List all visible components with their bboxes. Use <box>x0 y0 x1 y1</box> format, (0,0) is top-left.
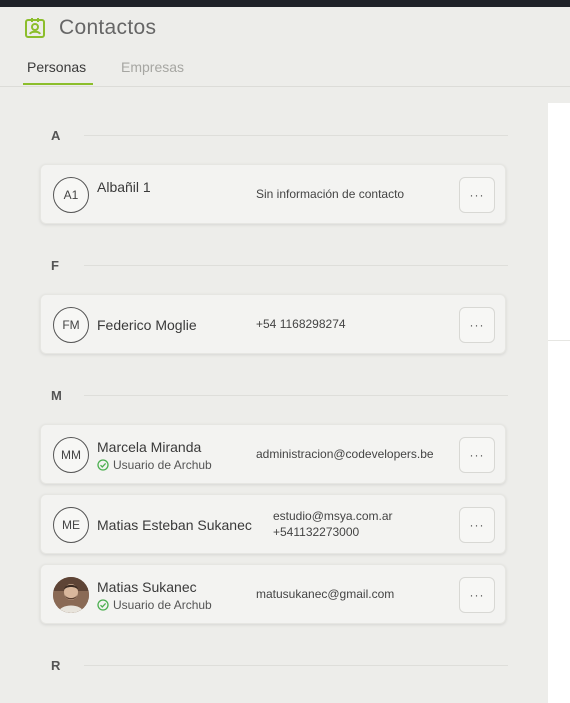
contact-name: Albañil 1 <box>97 179 151 195</box>
check-circle-icon <box>97 459 109 471</box>
contact-card[interactable]: A1 Albañil 1 Sin información de contacto… <box>40 164 506 224</box>
more-options-button[interactable]: ··· <box>459 307 495 343</box>
title-row: Contactos <box>24 16 156 40</box>
avatar: A1 <box>53 177 89 213</box>
contact-name: Matias Sukanec <box>97 579 197 595</box>
user-status: Usuario de Archub <box>97 458 212 472</box>
group-divider <box>84 665 508 666</box>
group-divider <box>84 395 508 396</box>
group-letter-r: R <box>51 658 61 673</box>
contact-card[interactable]: Matias Sukanec Usuario de Archub matusuk… <box>40 564 506 624</box>
contact-info: Sin información de contacto <box>256 187 405 201</box>
contact-phone: +54 1168298274 <box>256 317 346 331</box>
avatar: ME <box>53 507 89 543</box>
avatar: FM <box>53 307 89 343</box>
contact-phone: +541132273000 <box>273 525 360 539</box>
contact-card[interactable]: MM Marcela Miranda Usuario de Archub adm… <box>40 424 506 484</box>
contact-card[interactable]: FM Federico Moglie +54 1168298274 ··· <box>40 294 506 354</box>
page-header: Contactos Personas Empresas <box>0 7 570 87</box>
contact-badge-icon <box>25 18 45 38</box>
contact-name: Federico Moglie <box>97 317 197 333</box>
user-status-label: Usuario de Archub <box>113 458 212 472</box>
check-circle-icon <box>97 599 109 611</box>
group-divider <box>84 135 508 136</box>
avatar <box>53 577 89 613</box>
contact-email: matusukanec@gmail.com <box>256 587 395 601</box>
profile-photo <box>53 577 89 613</box>
user-status-label: Usuario de Archub <box>113 598 212 612</box>
more-options-button[interactable]: ··· <box>459 577 495 613</box>
more-options-button[interactable]: ··· <box>459 177 495 213</box>
window-top-bar <box>0 0 570 7</box>
tab-personas[interactable]: Personas <box>27 59 86 75</box>
contact-email: administracion@codevelopers.be <box>256 447 434 461</box>
tab-empresas[interactable]: Empresas <box>121 59 184 75</box>
avatar: MM <box>53 437 89 473</box>
detail-panel-divider <box>548 340 570 341</box>
page-title: Contactos <box>59 16 157 39</box>
contact-name: Marcela Miranda <box>97 439 202 455</box>
user-status: Usuario de Archub <box>97 598 212 612</box>
active-tab-indicator <box>23 83 93 85</box>
contact-email: estudio@msya.com.ar <box>273 509 393 523</box>
group-letter-a: A <box>51 128 61 143</box>
contact-card[interactable]: ME Matias Esteban Sukanec estudio@msya.c… <box>40 494 506 554</box>
more-options-button[interactable]: ··· <box>459 507 495 543</box>
group-divider <box>84 265 508 266</box>
detail-panel <box>548 103 570 703</box>
group-letter-m: M <box>51 388 62 403</box>
more-options-button[interactable]: ··· <box>459 437 495 473</box>
contact-name: Matias Esteban Sukanec <box>97 517 252 533</box>
group-letter-f: F <box>51 258 59 273</box>
